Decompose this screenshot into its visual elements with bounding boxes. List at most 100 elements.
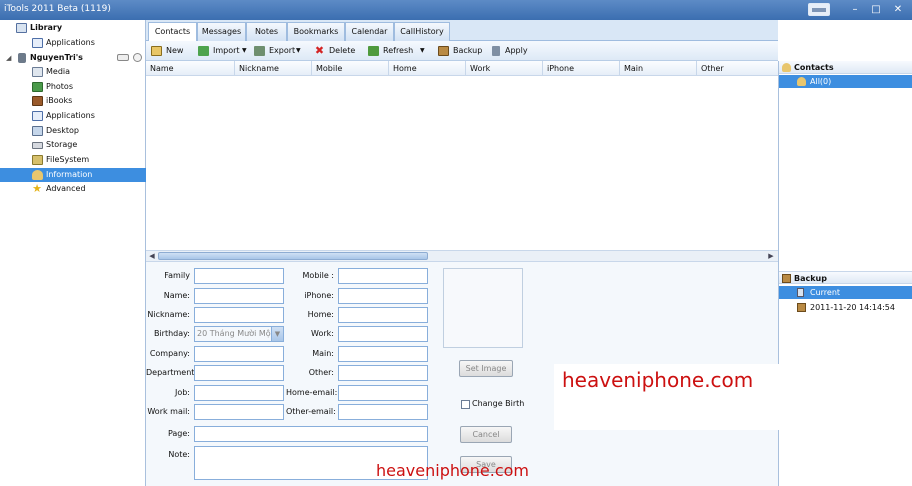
sidebar-item-library-applications[interactable]: Applications	[0, 36, 146, 50]
tab-messages[interactable]: Messages	[197, 22, 246, 41]
apply-button[interactable]: Apply	[492, 43, 532, 59]
close-button[interactable]: ✕	[888, 3, 908, 17]
new-button-label: New	[166, 46, 184, 55]
department-label: Department:	[146, 368, 198, 377]
calendar-dropdown-icon[interactable]: ▼	[271, 327, 283, 341]
user-icon	[32, 170, 43, 180]
main-field[interactable]	[338, 346, 428, 362]
sidebar-item-storage[interactable]: Storage	[0, 138, 146, 152]
birthday-picker[interactable]: 20 Tháng Mười Một 2011 ▼	[194, 326, 284, 342]
column-header-other[interactable]: Other	[696, 61, 778, 76]
column-header-home[interactable]: Home	[388, 61, 465, 76]
column-header-iphone[interactable]: iPhone	[542, 61, 619, 76]
family-field[interactable]	[194, 268, 284, 284]
sidebar-item-photos[interactable]: Photos	[0, 80, 146, 94]
sidebar-item-filesystem[interactable]: FileSystem	[0, 153, 146, 167]
set-image-button[interactable]: Set Image	[459, 360, 513, 377]
name-field[interactable]	[194, 288, 284, 304]
sidebar-item-desktop[interactable]: Desktop	[0, 124, 146, 138]
sidebar-device[interactable]: ◢ NguyenTri's	[0, 51, 146, 65]
media-icon	[32, 67, 43, 77]
backup-archive-icon	[797, 303, 806, 312]
tab-notes[interactable]: Notes	[246, 22, 287, 41]
sidebar-item-applications[interactable]: Applications	[0, 109, 146, 123]
family-label: Family	[164, 271, 190, 280]
sidebar-item-label: FileSystem	[46, 155, 90, 164]
eject-icon[interactable]	[133, 53, 142, 62]
tab-calendar[interactable]: Calendar	[345, 22, 394, 41]
mobile-field[interactable]	[338, 268, 428, 284]
change-birth-checkbox[interactable]	[461, 400, 470, 409]
scroll-right-icon[interactable]: ▶	[766, 251, 776, 261]
name-label: Name:	[163, 291, 190, 300]
backup-icon	[438, 46, 449, 56]
import-icon	[198, 46, 209, 56]
work-label: Work:	[311, 329, 334, 338]
department-field[interactable]	[194, 365, 284, 381]
sidebar-library[interactable]: Library	[0, 21, 146, 35]
brand-logo	[808, 3, 830, 16]
column-header-nickname[interactable]: Nickname	[234, 61, 311, 76]
minimize-button[interactable]: –	[845, 3, 865, 17]
contacts-header-label: Contacts	[794, 63, 834, 72]
cancel-button[interactable]: Cancel	[460, 426, 512, 443]
backup-button-label: Backup	[453, 46, 483, 55]
nickname-field[interactable]	[194, 307, 284, 323]
backup-header-label: Backup	[794, 274, 827, 283]
watermark-text-small: heaveniphone.com	[376, 461, 530, 480]
backup-item-current[interactable]: Current	[779, 286, 912, 299]
work-mail-field[interactable]	[194, 404, 284, 420]
birthday-label: Birthday:	[153, 329, 190, 338]
import-dropdown-arrow-icon[interactable]: ▼	[242, 43, 247, 59]
job-field[interactable]	[194, 385, 284, 401]
refresh-dropdown-arrow-icon[interactable]: ▼	[420, 43, 425, 59]
export-icon	[254, 46, 265, 56]
column-header-main[interactable]: Main	[619, 61, 696, 76]
collapse-triangle-icon[interactable]: ◢	[6, 51, 11, 65]
export-dropdown-arrow-icon[interactable]: ▼	[296, 43, 301, 59]
tab-contacts[interactable]: Contacts	[148, 22, 197, 42]
tab-bookmarks[interactable]: Bookmarks	[287, 22, 345, 41]
backup-item-label: Current	[810, 288, 841, 297]
home-email-field[interactable]	[338, 385, 428, 401]
sidebar-item-advanced[interactable]: ★ Advanced	[0, 182, 146, 196]
work-field[interactable]	[338, 326, 428, 342]
other-email-field[interactable]	[338, 404, 428, 420]
iphone-field[interactable]	[338, 288, 428, 304]
column-header-mobile[interactable]: Mobile	[311, 61, 388, 76]
main-label: Main:	[312, 349, 334, 358]
scrollbar-thumb[interactable]	[158, 252, 428, 260]
column-header-work[interactable]: Work	[465, 61, 542, 76]
new-button[interactable]: New	[151, 43, 191, 59]
home-field[interactable]	[338, 307, 428, 323]
delete-button[interactable]: ✖ Delete	[314, 43, 356, 59]
sidebar-item-label: Storage	[46, 140, 78, 149]
import-button[interactable]: Import ▼	[198, 43, 250, 59]
refresh-button[interactable]: Refresh ▼	[368, 43, 430, 59]
export-button[interactable]: Export ▼	[254, 43, 306, 59]
contacts-grid-header: Name Nickname Mobile Home Work iPhone Ma…	[146, 61, 778, 76]
other-field[interactable]	[338, 365, 428, 381]
contacts-grid-body[interactable]	[146, 76, 778, 250]
contacts-group-all[interactable]: All(0)	[779, 75, 912, 88]
sidebar-item-label: iBooks	[46, 96, 73, 105]
ibooks-icon	[32, 96, 43, 106]
nickname-label: Nickname:	[147, 310, 190, 319]
tab-callhistory[interactable]: CallHistory	[394, 22, 450, 41]
company-field[interactable]	[194, 346, 284, 362]
horizontal-scrollbar[interactable]: ◀ ▶	[146, 250, 778, 262]
sidebar-item-information[interactable]: Information	[0, 168, 146, 182]
maximize-button[interactable]: □	[866, 3, 886, 17]
sidebar-item-label: Advanced	[46, 184, 86, 193]
work-mail-label: Work mail:	[147, 407, 190, 416]
sidebar-item-ibooks[interactable]: iBooks	[0, 94, 146, 108]
sidebar-item-media[interactable]: Media	[0, 65, 146, 79]
scroll-left-icon[interactable]: ◀	[147, 251, 157, 261]
home-label: Home:	[307, 310, 334, 319]
sidebar-item-label: Desktop	[46, 126, 79, 135]
sidebar-item-label: Applications	[46, 38, 95, 47]
column-header-name[interactable]: Name	[146, 61, 234, 76]
backup-item-2011-11-20[interactable]: 2011-11-20 14:14:54	[779, 301, 912, 314]
backup-button[interactable]: Backup	[438, 43, 482, 59]
page-field[interactable]	[194, 426, 428, 442]
